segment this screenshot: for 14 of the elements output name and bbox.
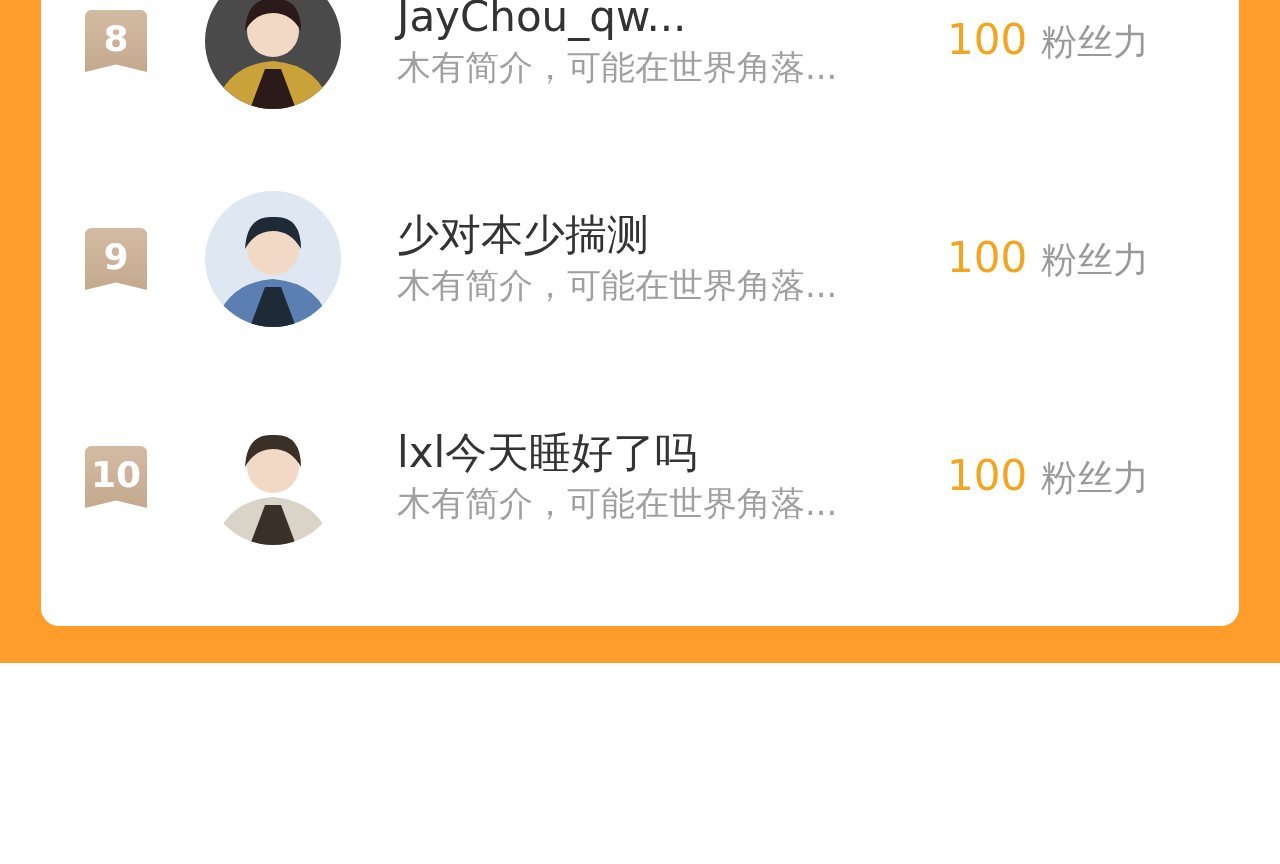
score-unit: 粉丝力 [1041, 456, 1150, 500]
rank-badge: 10 [85, 446, 147, 508]
user-intro: 木有简介，可能在世界角落... [397, 46, 839, 89]
user-name: lxl今天睡好了吗 [397, 427, 699, 479]
fan-score: 100 [947, 233, 1028, 282]
user-intro: 木有简介，可能在世界角落... [397, 482, 839, 525]
user-intro: 木有简介，可能在世界角落... [397, 264, 839, 307]
user-name: 少对本少揣测 [397, 209, 650, 261]
fan-score: 100 [947, 15, 1028, 64]
rank-badge: 9 [85, 228, 147, 290]
rank-badge: 8 [85, 10, 147, 72]
score-unit: 粉丝力 [1041, 238, 1150, 282]
score-unit: 粉丝力 [1041, 20, 1150, 64]
fan-score: 100 [947, 451, 1028, 500]
